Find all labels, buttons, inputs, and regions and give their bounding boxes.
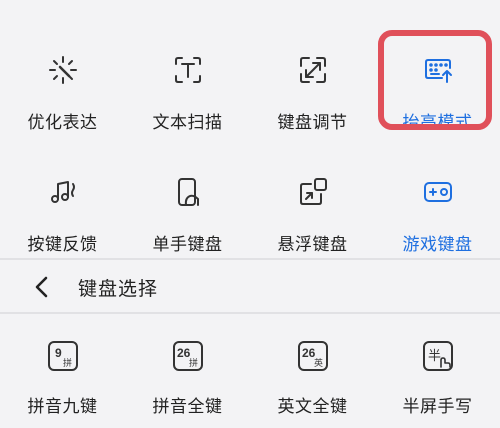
text-scan-label: 文本扫描 xyxy=(152,113,223,133)
svg-text:英: 英 xyxy=(314,357,323,369)
svg-text:26: 26 xyxy=(177,346,191,360)
text-scan-icon xyxy=(168,50,208,90)
pinyin-9-key-button[interactable]: 9 拼 拼音九键 xyxy=(0,330,125,428)
sparkle-wand-icon xyxy=(43,50,83,90)
floating-keyboard-icon xyxy=(293,172,333,212)
key-feedback-label: 按键反馈 xyxy=(27,235,98,255)
english-26-key-icon: 26 英 xyxy=(293,336,333,376)
floating-keyboard-label: 悬浮键盘 xyxy=(277,235,348,255)
pinyin-26-key-label: 拼音全键 xyxy=(152,397,223,417)
keyboard-adjust-label: 键盘调节 xyxy=(277,113,348,133)
raise-mode-button[interactable]: 抬高模式 xyxy=(375,40,500,152)
svg-text:9: 9 xyxy=(55,346,62,360)
svg-text:拼: 拼 xyxy=(189,357,198,369)
chevron-left-icon xyxy=(35,276,48,298)
keyboard-adjust-button[interactable]: 键盘调节 xyxy=(250,40,375,152)
svg-text:半: 半 xyxy=(428,349,441,364)
text-scan-button[interactable]: 文本扫描 xyxy=(125,40,250,152)
section-divider-bottom xyxy=(0,312,500,314)
english-26-key-button[interactable]: 26 英 英文全键 xyxy=(250,330,375,428)
pinyin-9-key-label: 拼音九键 xyxy=(27,397,98,417)
keyboard-select-header: 键盘选择 xyxy=(0,262,500,312)
english-26-key-label: 英文全键 xyxy=(277,397,348,417)
toolbar-row-1: 优化表达 文本扫描 键盘调节 抬高模式 xyxy=(0,40,500,152)
gamepad-icon xyxy=(418,172,458,212)
one-hand-keyboard-icon xyxy=(168,172,208,212)
section-divider-top xyxy=(0,258,500,260)
svg-text:26: 26 xyxy=(302,346,316,360)
svg-text:拼: 拼 xyxy=(63,357,72,369)
game-keyboard-label: 游戏键盘 xyxy=(402,235,473,255)
half-screen-handwriting-button[interactable]: 半 半屏手写 xyxy=(375,330,500,428)
keyboard-raise-icon xyxy=(418,50,458,90)
pinyin-26-key-icon: 26 拼 xyxy=(168,336,208,376)
raise-mode-label: 抬高模式 xyxy=(402,113,473,133)
pinyin-26-key-button[interactable]: 26 拼 拼音全键 xyxy=(125,330,250,428)
resize-icon xyxy=(293,50,333,90)
pinyin-9-key-icon: 9 拼 xyxy=(43,336,83,376)
section-title: 键盘选择 xyxy=(78,277,159,300)
optimize-expression-label: 优化表达 xyxy=(27,113,98,133)
optimize-expression-button[interactable]: 优化表达 xyxy=(0,40,125,152)
half-screen-handwriting-icon: 半 xyxy=(418,336,458,376)
one-hand-keyboard-label: 单手键盘 xyxy=(152,235,223,255)
keyboard-type-row: 9 拼 拼音九键 26 拼 拼音全键 26 英 英文全键 半 半屏手写 xyxy=(0,330,500,428)
back-button[interactable] xyxy=(22,267,62,307)
half-screen-handwriting-label: 半屏手写 xyxy=(402,397,473,417)
music-vibrate-icon xyxy=(43,172,83,212)
